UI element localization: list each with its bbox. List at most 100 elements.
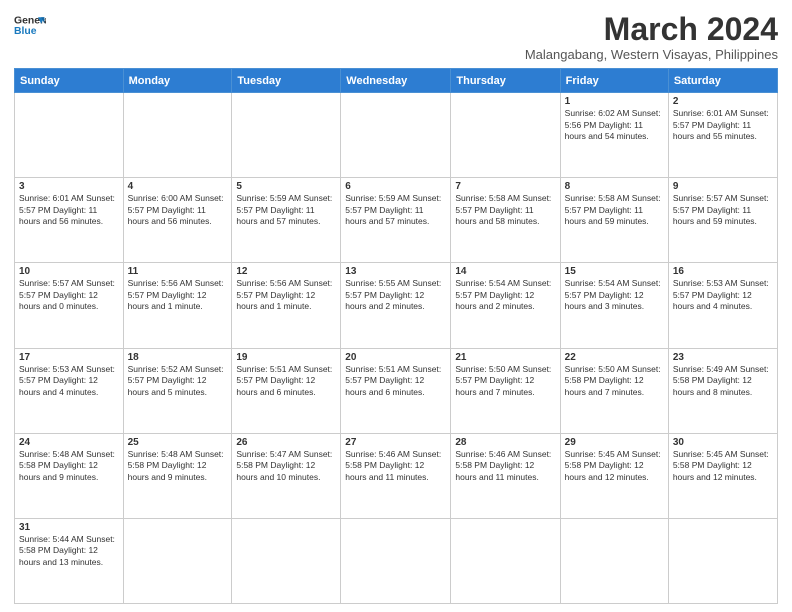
col-header-monday: Monday [123, 69, 232, 93]
calendar-cell: 9Sunrise: 5:57 AM Sunset: 5:57 PM Daylig… [668, 178, 777, 263]
day-number: 5 [236, 181, 336, 192]
calendar-cell: 5Sunrise: 5:59 AM Sunset: 5:57 PM Daylig… [232, 178, 341, 263]
calendar-cell [123, 93, 232, 178]
day-info: Sunrise: 5:50 AM Sunset: 5:57 PM Dayligh… [455, 364, 555, 398]
calendar-cell: 10Sunrise: 5:57 AM Sunset: 5:57 PM Dayli… [15, 263, 124, 348]
day-info: Sunrise: 5:45 AM Sunset: 5:58 PM Dayligh… [565, 449, 664, 483]
day-info: Sunrise: 5:59 AM Sunset: 5:57 PM Dayligh… [345, 193, 446, 227]
calendar-cell [668, 518, 777, 603]
calendar-table: SundayMondayTuesdayWednesdayThursdayFrid… [14, 68, 778, 604]
day-info: Sunrise: 5:55 AM Sunset: 5:57 PM Dayligh… [345, 278, 446, 312]
day-number: 12 [236, 266, 336, 277]
calendar-cell: 31Sunrise: 5:44 AM Sunset: 5:58 PM Dayli… [15, 518, 124, 603]
day-info: Sunrise: 5:47 AM Sunset: 5:58 PM Dayligh… [236, 449, 336, 483]
day-info: Sunrise: 5:59 AM Sunset: 5:57 PM Dayligh… [236, 193, 336, 227]
calendar-cell [15, 93, 124, 178]
calendar-cell: 4Sunrise: 6:00 AM Sunset: 5:57 PM Daylig… [123, 178, 232, 263]
day-info: Sunrise: 5:57 AM Sunset: 5:57 PM Dayligh… [673, 193, 773, 227]
day-number: 16 [673, 266, 773, 277]
day-info: Sunrise: 5:46 AM Sunset: 5:58 PM Dayligh… [345, 449, 446, 483]
day-info: Sunrise: 5:50 AM Sunset: 5:58 PM Dayligh… [565, 364, 664, 398]
day-info: Sunrise: 5:51 AM Sunset: 5:57 PM Dayligh… [236, 364, 336, 398]
calendar-cell: 2Sunrise: 6:01 AM Sunset: 5:57 PM Daylig… [668, 93, 777, 178]
calendar-cell: 27Sunrise: 5:46 AM Sunset: 5:58 PM Dayli… [341, 433, 451, 518]
day-number: 22 [565, 352, 664, 363]
calendar-cell [560, 518, 668, 603]
col-header-tuesday: Tuesday [232, 69, 341, 93]
day-number: 23 [673, 352, 773, 363]
day-info: Sunrise: 5:49 AM Sunset: 5:58 PM Dayligh… [673, 364, 773, 398]
title-block: March 2024 Malangabang, Western Visayas,… [525, 12, 778, 62]
day-number: 9 [673, 181, 773, 192]
day-info: Sunrise: 5:52 AM Sunset: 5:57 PM Dayligh… [128, 364, 228, 398]
day-info: Sunrise: 5:46 AM Sunset: 5:58 PM Dayligh… [455, 449, 555, 483]
day-number: 30 [673, 437, 773, 448]
logo: General Blue [14, 12, 46, 40]
day-number: 10 [19, 266, 119, 277]
calendar-week-0: 1Sunrise: 6:02 AM Sunset: 5:56 PM Daylig… [15, 93, 778, 178]
col-header-wednesday: Wednesday [341, 69, 451, 93]
day-info: Sunrise: 5:48 AM Sunset: 5:58 PM Dayligh… [19, 449, 119, 483]
calendar-header-row: SundayMondayTuesdayWednesdayThursdayFrid… [15, 69, 778, 93]
day-number: 28 [455, 437, 555, 448]
calendar-cell: 18Sunrise: 5:52 AM Sunset: 5:57 PM Dayli… [123, 348, 232, 433]
calendar-week-5: 31Sunrise: 5:44 AM Sunset: 5:58 PM Dayli… [15, 518, 778, 603]
day-info: Sunrise: 5:54 AM Sunset: 5:57 PM Dayligh… [565, 278, 664, 312]
day-info: Sunrise: 5:51 AM Sunset: 5:57 PM Dayligh… [345, 364, 446, 398]
day-info: Sunrise: 5:56 AM Sunset: 5:57 PM Dayligh… [236, 278, 336, 312]
calendar-cell: 17Sunrise: 5:53 AM Sunset: 5:57 PM Dayli… [15, 348, 124, 433]
calendar-cell: 20Sunrise: 5:51 AM Sunset: 5:57 PM Dayli… [341, 348, 451, 433]
calendar-cell: 11Sunrise: 5:56 AM Sunset: 5:57 PM Dayli… [123, 263, 232, 348]
calendar-cell: 7Sunrise: 5:58 AM Sunset: 5:57 PM Daylig… [451, 178, 560, 263]
col-header-saturday: Saturday [668, 69, 777, 93]
col-header-sunday: Sunday [15, 69, 124, 93]
day-info: Sunrise: 5:44 AM Sunset: 5:58 PM Dayligh… [19, 534, 119, 568]
calendar-cell [451, 518, 560, 603]
day-number: 27 [345, 437, 446, 448]
page: General Blue March 2024 Malangabang, Wes… [0, 0, 792, 612]
day-info: Sunrise: 6:00 AM Sunset: 5:57 PM Dayligh… [128, 193, 228, 227]
day-info: Sunrise: 5:56 AM Sunset: 5:57 PM Dayligh… [128, 278, 228, 312]
calendar-week-3: 17Sunrise: 5:53 AM Sunset: 5:57 PM Dayli… [15, 348, 778, 433]
day-info: Sunrise: 5:48 AM Sunset: 5:58 PM Dayligh… [128, 449, 228, 483]
day-info: Sunrise: 5:58 AM Sunset: 5:57 PM Dayligh… [565, 193, 664, 227]
calendar-cell: 6Sunrise: 5:59 AM Sunset: 5:57 PM Daylig… [341, 178, 451, 263]
day-info: Sunrise: 6:01 AM Sunset: 5:57 PM Dayligh… [19, 193, 119, 227]
calendar-cell: 25Sunrise: 5:48 AM Sunset: 5:58 PM Dayli… [123, 433, 232, 518]
calendar-week-4: 24Sunrise: 5:48 AM Sunset: 5:58 PM Dayli… [15, 433, 778, 518]
calendar-cell [341, 518, 451, 603]
day-number: 13 [345, 266, 446, 277]
calendar-cell: 19Sunrise: 5:51 AM Sunset: 5:57 PM Dayli… [232, 348, 341, 433]
day-number: 29 [565, 437, 664, 448]
calendar-cell [232, 93, 341, 178]
day-number: 14 [455, 266, 555, 277]
day-number: 17 [19, 352, 119, 363]
calendar-cell [341, 93, 451, 178]
day-number: 4 [128, 181, 228, 192]
day-info: Sunrise: 5:53 AM Sunset: 5:57 PM Dayligh… [673, 278, 773, 312]
calendar-cell [123, 518, 232, 603]
day-info: Sunrise: 5:53 AM Sunset: 5:57 PM Dayligh… [19, 364, 119, 398]
calendar-cell: 15Sunrise: 5:54 AM Sunset: 5:57 PM Dayli… [560, 263, 668, 348]
calendar-cell: 30Sunrise: 5:45 AM Sunset: 5:58 PM Dayli… [668, 433, 777, 518]
day-number: 8 [565, 181, 664, 192]
calendar-week-1: 3Sunrise: 6:01 AM Sunset: 5:57 PM Daylig… [15, 178, 778, 263]
day-info: Sunrise: 5:57 AM Sunset: 5:57 PM Dayligh… [19, 278, 119, 312]
header: General Blue March 2024 Malangabang, Wes… [14, 12, 778, 62]
col-header-thursday: Thursday [451, 69, 560, 93]
day-number: 6 [345, 181, 446, 192]
day-info: Sunrise: 6:02 AM Sunset: 5:56 PM Dayligh… [565, 108, 664, 142]
calendar-cell: 24Sunrise: 5:48 AM Sunset: 5:58 PM Dayli… [15, 433, 124, 518]
day-info: Sunrise: 5:45 AM Sunset: 5:58 PM Dayligh… [673, 449, 773, 483]
day-info: Sunrise: 5:54 AM Sunset: 5:57 PM Dayligh… [455, 278, 555, 312]
day-number: 31 [19, 522, 119, 533]
logo-icon: General Blue [14, 12, 46, 40]
day-number: 7 [455, 181, 555, 192]
calendar-cell: 16Sunrise: 5:53 AM Sunset: 5:57 PM Dayli… [668, 263, 777, 348]
calendar-cell: 23Sunrise: 5:49 AM Sunset: 5:58 PM Dayli… [668, 348, 777, 433]
col-header-friday: Friday [560, 69, 668, 93]
calendar-week-2: 10Sunrise: 5:57 AM Sunset: 5:57 PM Dayli… [15, 263, 778, 348]
day-number: 2 [673, 96, 773, 107]
day-number: 21 [455, 352, 555, 363]
day-number: 3 [19, 181, 119, 192]
